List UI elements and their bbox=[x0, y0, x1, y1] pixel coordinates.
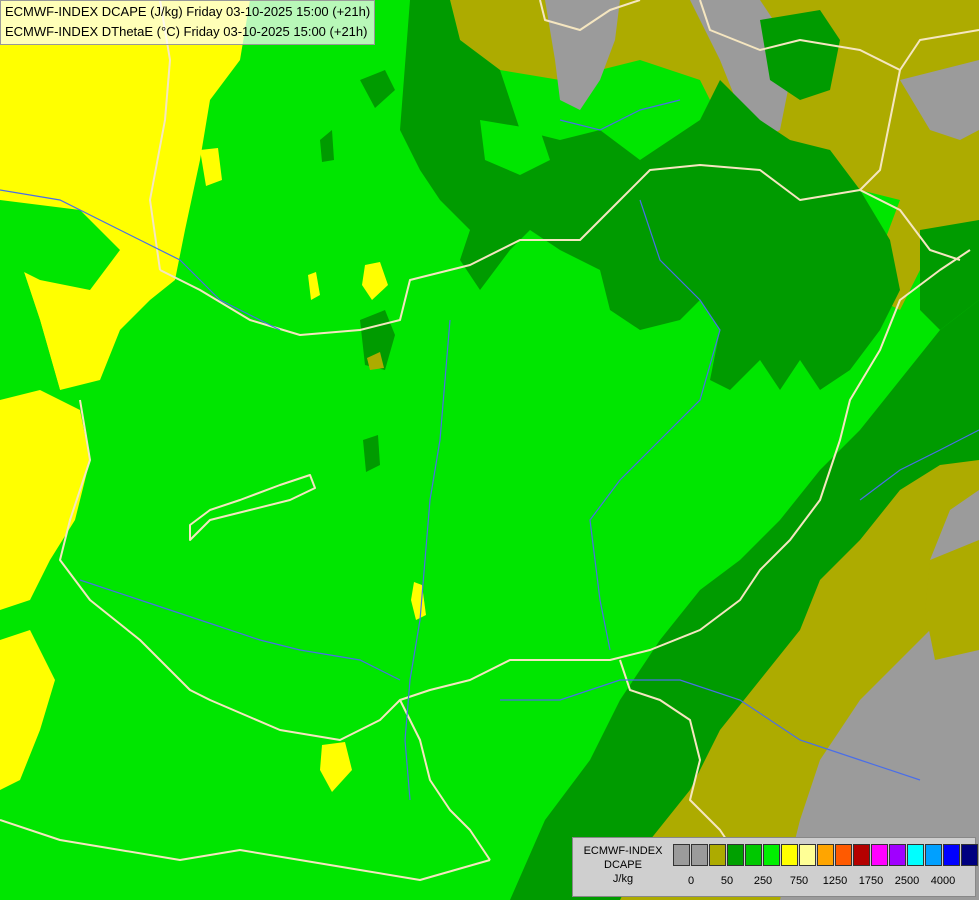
legend-swatch bbox=[817, 844, 834, 866]
legend-swatch bbox=[691, 844, 708, 866]
legend-swatch bbox=[745, 844, 762, 866]
legend-swatch bbox=[925, 844, 942, 866]
legend-tick-label: 2500 bbox=[894, 875, 920, 887]
legend-swatch bbox=[835, 844, 852, 866]
legend-field-label: DCAPE bbox=[604, 859, 642, 871]
legend-tick-label: 0 bbox=[687, 875, 695, 887]
legend-swatch bbox=[673, 844, 690, 866]
legend-swatch bbox=[889, 844, 906, 866]
legend-tick-label: 1750 bbox=[858, 875, 884, 887]
legend-tick-label: 4000 bbox=[930, 875, 956, 887]
legend-swatches bbox=[673, 844, 979, 866]
map-title-box: ECMWF-INDEX DCAPE (J/kg) Friday 03-10-20… bbox=[0, 0, 376, 45]
legend-unit-label: J/kg bbox=[612, 873, 634, 885]
legend-swatch bbox=[961, 844, 978, 866]
legend-swatch bbox=[799, 844, 816, 866]
legend-swatch bbox=[727, 844, 744, 866]
legend-tick-label: 1250 bbox=[822, 875, 848, 887]
title-line-dthetae: ECMWF-INDEX DThetaE (°C) Friday 03-10-20… bbox=[5, 24, 368, 39]
legend-tick-label: 750 bbox=[789, 875, 809, 887]
legend-swatch bbox=[709, 844, 726, 866]
legend-tick-label: 250 bbox=[753, 875, 773, 887]
legend-swatch bbox=[907, 844, 924, 866]
legend-swatch bbox=[853, 844, 870, 866]
legend-swatch bbox=[781, 844, 798, 866]
legend-swatch bbox=[763, 844, 780, 866]
legend-swatch bbox=[943, 844, 960, 866]
dcape-map bbox=[0, 0, 979, 900]
title-line-dcape: ECMWF-INDEX DCAPE (J/kg) Friday 03-10-20… bbox=[5, 4, 371, 19]
legend-model-label: ECMWF-INDEX bbox=[583, 845, 663, 857]
legend-ticks: 0 50 250 750 1250 1750 2500 4000 bbox=[673, 874, 973, 888]
color-legend: ECMWF-INDEX DCAPE J/kg 0 50 250 750 1250 1750… bbox=[572, 837, 979, 897]
legend-title: ECMWF-INDEX DCAPE J/kg bbox=[575, 844, 671, 886]
legend-tick-label: 50 bbox=[720, 875, 734, 887]
legend-swatch bbox=[871, 844, 888, 866]
